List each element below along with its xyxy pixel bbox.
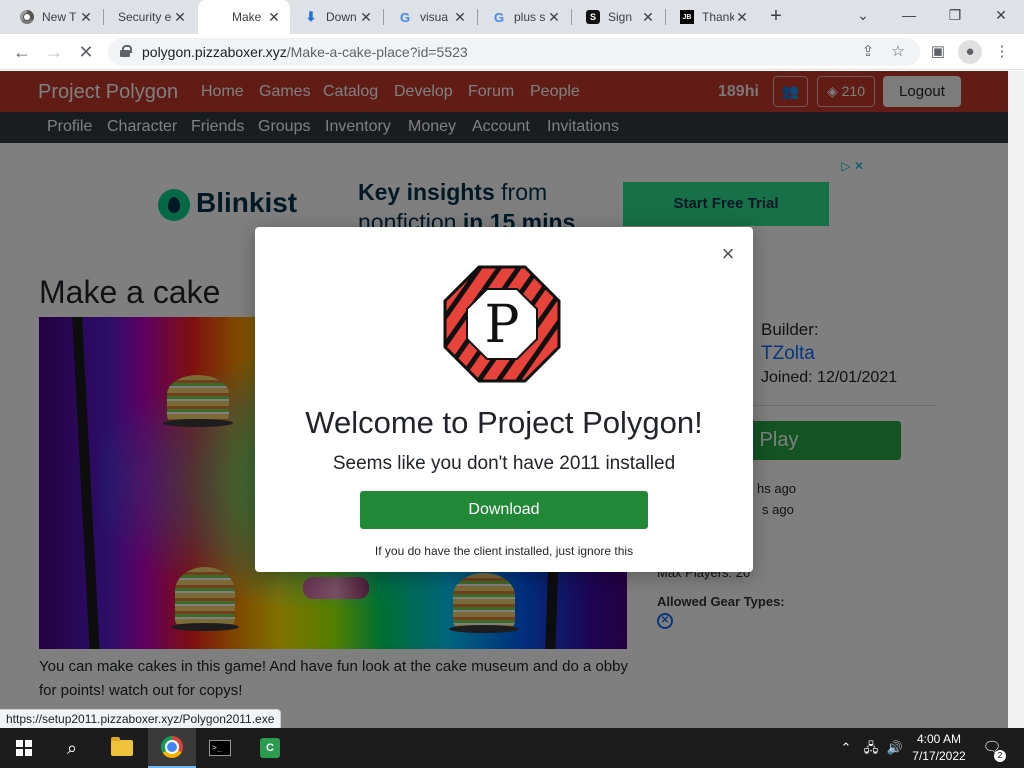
google-icon: G [399,9,411,25]
tab-title: Thank [702,10,734,24]
tab-search-chevron-icon[interactable]: ⌄ [840,0,886,30]
close-icon[interactable]: ✕ [640,9,656,25]
network-icon[interactable]: 🖧 [860,728,882,768]
logo-letter: P [485,295,520,355]
terminal-icon: >_ [209,740,231,756]
camtasia-taskbar-button[interactable]: C [246,728,294,768]
start-button[interactable] [0,728,48,768]
sign-icon: S [586,10,600,24]
close-icon[interactable]: ✕ [266,9,282,25]
tab-title: Make [232,10,262,24]
show-hidden-icons-icon[interactable]: ⌃ [836,728,856,768]
tab-strip: New T ✕ Security e ✕ Make ✕ ⬇ Down ✕ G v… [0,0,1024,34]
volume-icon[interactable]: 🔊 [884,728,906,768]
new-tab-button[interactable]: + [764,6,788,28]
stop-loading-button[interactable]: ✕ [74,40,98,64]
google-icon: G [493,9,505,25]
tab-download[interactable]: ⬇ Down ✕ [290,0,382,34]
tab-security[interactable]: Security e ✕ [104,0,196,34]
welcome-modal: × P Welcome to Project Polygon! Seems li… [255,227,753,572]
close-icon[interactable]: ✕ [172,9,188,25]
close-icon[interactable]: × [719,243,737,265]
minimize-button[interactable]: — [886,0,932,30]
search-icon[interactable]: ⌕ [48,728,96,768]
system-clock[interactable]: 4:00 AM 7/17/2022 [904,731,974,765]
tab-title: visua [420,10,449,24]
clock-date: 7/17/2022 [912,749,966,763]
tab-google-plus[interactable]: G plus s ✕ [478,0,570,34]
notification-button[interactable]: 🗨 2 [980,736,1006,762]
url-path: /Make-a-cake-place?id=5523 [286,44,468,60]
tab-title: New T [42,10,77,24]
terminal-taskbar-button[interactable]: >_ [196,728,244,768]
page-scrollbar[interactable] [1008,71,1024,728]
bookmark-star-icon[interactable]: ☆ [888,42,908,62]
url-text: polygon.pizzaboxer.xyz/Make-a-cake-place… [142,44,468,60]
web-page: Project Polygon Home Games Catalog Devel… [0,71,1024,728]
tab-title: plus s [514,10,546,24]
jb-icon: JB [680,10,694,24]
tab-thank[interactable]: JB Thank ✕ [666,0,758,34]
close-icon[interactable]: ✕ [546,9,562,25]
close-icon[interactable]: ✕ [358,9,374,25]
url-domain: polygon.pizzaboxer.xyz [142,44,287,60]
tab-make-a-cake[interactable]: Make ✕ [198,0,290,34]
screen-recorder-icon: C [260,738,280,758]
close-window-button[interactable]: ✕ [978,0,1024,30]
tab-title: Sign [608,10,633,24]
tab-google-visual[interactable]: G visua ✕ [384,0,476,34]
address-bar[interactable]: polygon.pizzaboxer.xyz/Make-a-cake-place… [108,38,920,66]
folder-icon [111,737,133,756]
restore-button[interactable]: ❐ [932,0,978,30]
tab-new-tab[interactable]: New T ✕ [6,0,102,34]
modal-subtitle: Seems like you don't have 2011 installed [332,453,676,474]
forward-button[interactable]: → [42,40,66,64]
tab-sign[interactable]: S Sign ✕ [572,0,664,34]
tab-title: Security e [118,10,172,24]
modal-title: Welcome to Project Polygon! [305,405,703,440]
chrome-icon [20,10,34,24]
windows-icon [16,740,32,756]
taskbar: ⌕ >_ C ⌃ 🖧 🔊 4:00 AM 7/17/2022 🗨 2 [0,728,1024,768]
tab-title: Down [326,10,357,24]
back-button[interactable]: ← [10,40,34,64]
chrome-icon [161,736,183,758]
status-bar-link: https://setup2011.pizzaboxer.xyz/Polygon… [0,709,282,729]
download-icon: ⬇ [305,9,317,24]
notification-count: 2 [994,750,1006,762]
project-polygon-logo: P [443,265,561,383]
browser-toolbar: ← → ✕ polygon.pizzaboxer.xyz/Make-a-cake… [0,34,1024,70]
lock-icon[interactable] [120,45,132,57]
file-explorer-button[interactable] [98,728,146,768]
chrome-taskbar-button[interactable] [148,728,196,768]
modal-note: If you do have the client installed, jus… [374,544,634,558]
menu-kebab-icon[interactable]: ⋮ [990,40,1014,64]
clock-time: 4:00 AM [916,732,962,746]
download-button[interactable]: Download [360,491,648,529]
profile-avatar-icon[interactable]: ● [958,40,982,64]
side-panel-icon[interactable]: ▣ [926,40,950,64]
close-icon[interactable]: ✕ [734,9,750,25]
share-icon[interactable]: ⇪ [858,42,878,62]
close-icon[interactable]: ✕ [452,9,468,25]
close-icon[interactable]: ✕ [78,9,94,25]
